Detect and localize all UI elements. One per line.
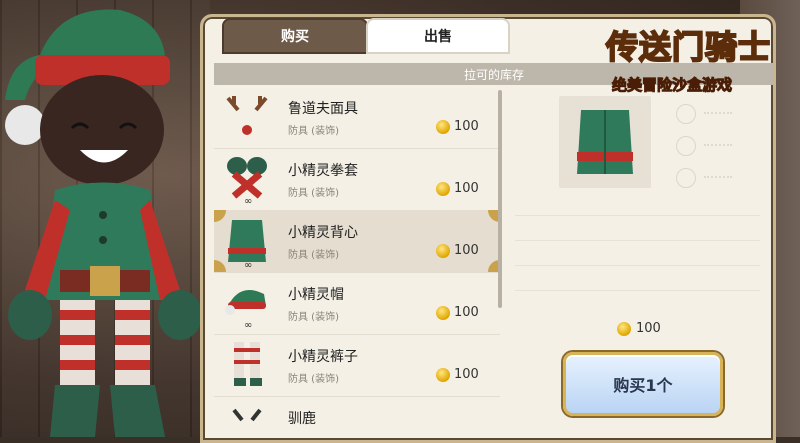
- stat-placeholder: [704, 112, 732, 114]
- item-price: 100: [454, 305, 479, 320]
- list-item[interactable]: 鲁道夫面具 防具 (装饰) 100: [214, 86, 500, 149]
- divider: [515, 215, 760, 216]
- item-type: 防具 (装饰): [288, 188, 339, 199]
- list-item[interactable]: 驯鹿: [214, 396, 500, 437]
- item-price: 100: [454, 119, 479, 134]
- coin-icon: [436, 120, 450, 134]
- item-name: 小精灵裤子: [288, 349, 358, 365]
- coin-icon: [436, 182, 450, 196]
- game-logo-title: 传送门骑士: [605, 27, 772, 67]
- list-item[interactable]: ∞ 小精灵拳套 防具 (装饰) 100: [214, 148, 500, 211]
- game-logo-subtitle: 绝美冒险沙盒游戏: [611, 76, 733, 95]
- item-preview: [559, 96, 651, 188]
- tab-sell[interactable]: 出售: [366, 18, 510, 54]
- item-price: 100: [454, 367, 479, 382]
- divider: [515, 265, 760, 266]
- item-name: 小精灵拳套: [288, 163, 358, 179]
- divider: [515, 290, 760, 291]
- list-item[interactable]: ∞ 小精灵帽 防具 (装饰) 100: [214, 272, 500, 335]
- item-name: 驯鹿: [288, 411, 316, 427]
- coin-icon: [436, 244, 450, 258]
- elf-vest-icon: [577, 110, 633, 174]
- elf-hat-icon: ∞: [225, 290, 266, 330]
- elf-gloves-icon: ∞: [227, 157, 267, 206]
- list-item[interactable]: 小精灵裤子 防具 (装饰) 100: [214, 334, 500, 397]
- detail-price: 100: [636, 321, 661, 336]
- svg-text:∞: ∞: [244, 260, 252, 268]
- stat-slot-icon: [676, 104, 696, 124]
- elf-character: [5, 9, 202, 437]
- item-name: 小精灵背心: [288, 225, 358, 241]
- reindeer-icon: [232, 408, 262, 422]
- item-type: 防具 (装饰): [288, 312, 339, 323]
- item-name: 小精灵帽: [288, 287, 344, 303]
- item-price: 100: [454, 181, 479, 196]
- tab-buy[interactable]: 购买: [222, 18, 368, 54]
- buy-one-button[interactable]: 购买1个: [563, 352, 723, 416]
- divider: [515, 240, 760, 241]
- svg-text:∞: ∞: [244, 320, 252, 330]
- item-price: 100: [454, 243, 479, 258]
- item-name: 鲁道夫面具: [288, 101, 358, 117]
- reindeer-mask-icon: [226, 96, 268, 135]
- stat-placeholder: [704, 176, 732, 178]
- stat-placeholder: [704, 144, 732, 146]
- stat-slot-icon: [676, 136, 696, 156]
- elf-pants-icon: [234, 342, 262, 386]
- list-item-selected[interactable]: ∞ 小精灵背心 防具 (装饰) 100: [214, 210, 500, 273]
- item-type: 防具 (装饰): [288, 126, 339, 137]
- coin-icon: [436, 306, 450, 320]
- item-type: 防具 (装饰): [288, 374, 339, 385]
- stat-slot-icon: [676, 168, 696, 188]
- item-list[interactable]: 鲁道夫面具 防具 (装饰) 100 ∞ 小精灵拳套 防具 (装饰) 100 ∞ …: [214, 86, 500, 437]
- elf-vest-icon: ∞: [228, 220, 266, 268]
- coin-icon: [436, 368, 450, 382]
- svg-text:∞: ∞: [244, 196, 252, 206]
- item-type: 防具 (装饰): [288, 250, 339, 261]
- coin-icon: [617, 322, 631, 336]
- list-scrollbar[interactable]: [498, 90, 502, 308]
